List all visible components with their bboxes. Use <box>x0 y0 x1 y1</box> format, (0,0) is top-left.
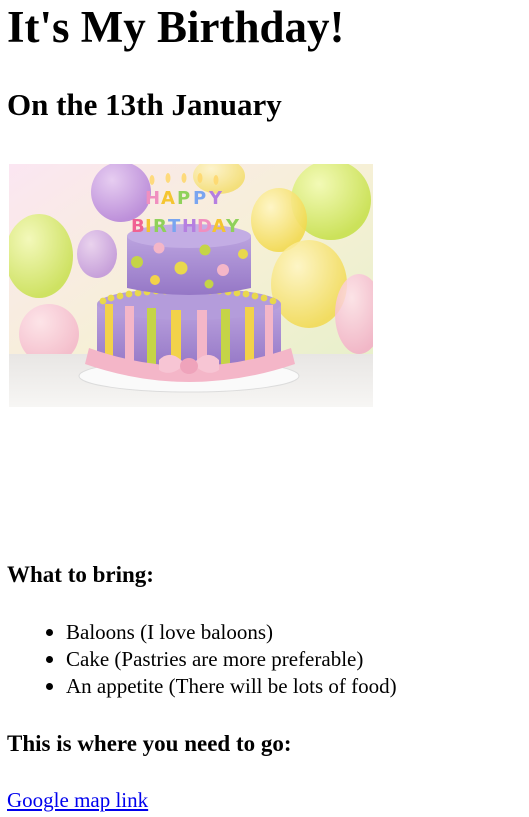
list-item-text: Cake (Pastries are more preferable) <box>66 647 364 671</box>
bullet-icon <box>46 683 53 690</box>
bullet-icon <box>46 656 53 663</box>
svg-text:A: A <box>212 216 226 237</box>
party-date-heading: On the 13th January <box>7 87 282 122</box>
svg-text:T: T <box>168 216 181 237</box>
svg-text:Y: Y <box>208 188 223 209</box>
svg-text:R: R <box>153 216 167 237</box>
list-item-text: Baloons (I love baloons) <box>66 620 274 644</box>
svg-text:Y: Y <box>225 216 240 237</box>
list-item: Cake (Pastries are more preferable) <box>7 646 397 673</box>
svg-text:P: P <box>177 188 190 209</box>
what-to-bring-heading: What to bring: <box>7 562 154 587</box>
svg-text:H: H <box>182 216 197 237</box>
svg-text:H: H <box>145 188 160 209</box>
svg-text:B: B <box>131 216 145 237</box>
bullet-icon <box>46 629 53 636</box>
google-map-link[interactable]: Google map link <box>7 786 148 814</box>
list-item: An appetite (There will be lots of food) <box>7 673 397 700</box>
svg-text:P: P <box>193 188 206 209</box>
bring-list: Baloons (I love baloons) Cake (Pastries … <box>7 619 397 700</box>
page-title: It's My Birthday! <box>7 2 345 52</box>
list-item: Baloons (I love baloons) <box>7 619 397 646</box>
svg-text:I: I <box>145 216 152 237</box>
directions-heading: This is where you need to go: <box>7 731 292 756</box>
list-item-text: An appetite (There will be lots of food) <box>66 674 397 698</box>
svg-text:D: D <box>197 216 212 237</box>
svg-text:A: A <box>161 188 175 209</box>
birthday-cake-image: H A P P Y B I R T H D A Y <box>9 164 373 407</box>
